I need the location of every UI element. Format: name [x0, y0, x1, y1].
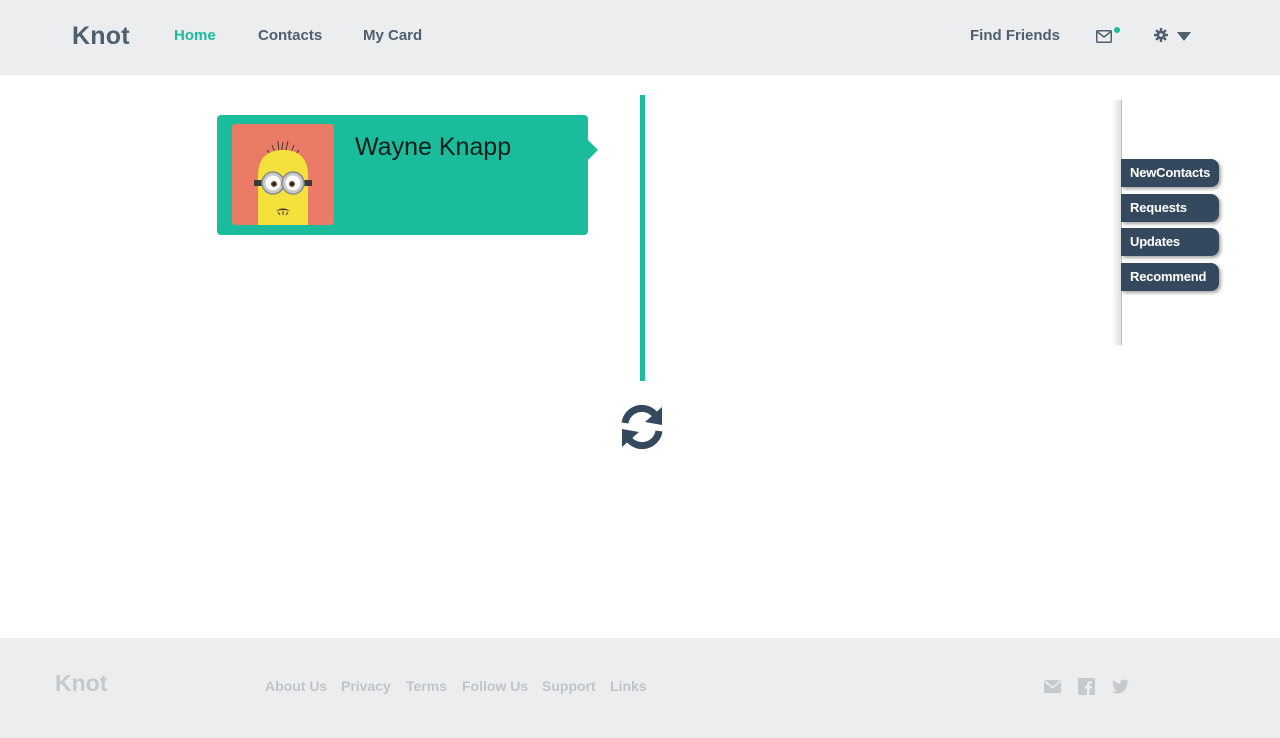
- refresh-icon: [621, 404, 663, 450]
- footer-link-about-us[interactable]: About Us: [265, 678, 327, 694]
- top-navbar: Knot Home Contacts My Card Find Friends: [0, 0, 1280, 75]
- avatar: [232, 124, 334, 225]
- side-button-new-contacts[interactable]: NewContacts: [1121, 159, 1219, 187]
- nav-my-card[interactable]: My Card: [363, 27, 422, 44]
- footer-link-terms[interactable]: Terms: [406, 678, 447, 694]
- twitter-icon: [1112, 679, 1129, 694]
- footer-link-links[interactable]: Links: [610, 678, 647, 694]
- footer: Knot About Us Privacy Terms Follow Us Su…: [0, 638, 1280, 738]
- side-button-updates[interactable]: Updates: [1121, 228, 1219, 256]
- refresh-button[interactable]: [616, 401, 668, 453]
- messages-button[interactable]: [1096, 27, 1122, 47]
- facebook-icon: [1078, 678, 1095, 695]
- brand-logo[interactable]: Knot: [72, 22, 130, 51]
- minion-avatar-image: [232, 124, 334, 225]
- mail-icon: [1044, 680, 1061, 693]
- nav-find-friends[interactable]: Find Friends: [970, 27, 1060, 44]
- footer-link-support[interactable]: Support: [542, 678, 596, 694]
- timeline-line: [640, 95, 645, 381]
- settings-dropdown[interactable]: [1153, 26, 1193, 46]
- side-button-recommend[interactable]: Recommend: [1121, 263, 1219, 291]
- footer-link-follow-us[interactable]: Follow Us: [462, 678, 528, 694]
- caret-down-icon: [1177, 32, 1191, 41]
- contact-card[interactable]: Wayne Knapp: [217, 115, 598, 235]
- nav-home[interactable]: Home: [174, 27, 216, 44]
- footer-mail-button[interactable]: [1044, 678, 1062, 696]
- footer-twitter-button[interactable]: [1112, 678, 1130, 696]
- mail-icon: [1096, 30, 1112, 43]
- footer-brand[interactable]: Knot: [55, 670, 107, 697]
- contact-name: Wayne Knapp: [355, 133, 512, 161]
- nav-contacts[interactable]: Contacts: [258, 27, 322, 44]
- gear-icon: [1154, 28, 1168, 42]
- notification-dot: [1114, 27, 1120, 33]
- footer-facebook-button[interactable]: [1078, 678, 1096, 696]
- side-panel-divider: [1112, 100, 1122, 345]
- footer-link-privacy[interactable]: Privacy: [341, 678, 391, 694]
- side-button-requests[interactable]: Requests: [1121, 194, 1219, 222]
